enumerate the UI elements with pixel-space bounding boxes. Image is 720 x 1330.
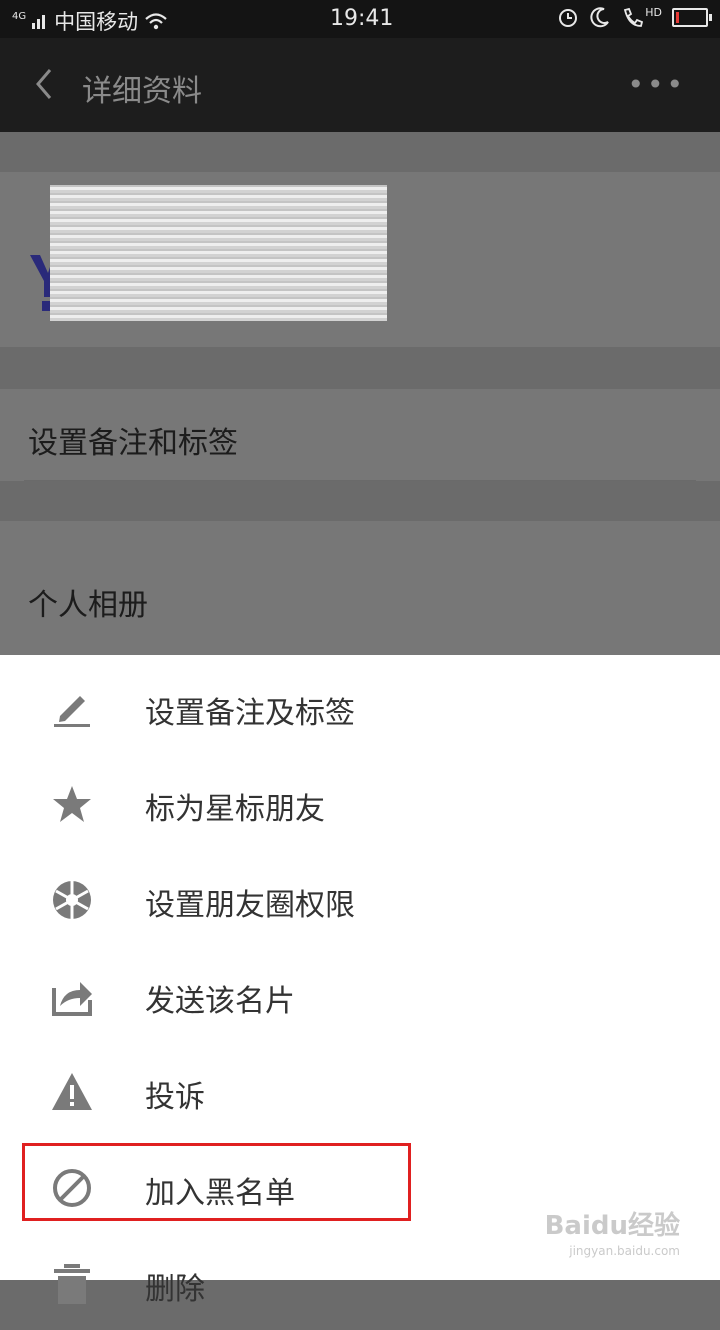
menu-item-report[interactable]: 投诉 bbox=[0, 1042, 720, 1138]
trash-icon bbox=[54, 1264, 90, 1304]
watermark: Baidu经验 bbox=[544, 1211, 680, 1241]
status-left: 4G 中国移动 bbox=[12, 6, 168, 36]
aperture-icon bbox=[53, 881, 91, 919]
menu-item-star[interactable]: 标为星标朋友 bbox=[0, 754, 720, 850]
battery-icon bbox=[672, 7, 712, 27]
menu-item-label: 标为星标朋友 bbox=[145, 792, 325, 827]
remark-row-label: 设置备注和标签 bbox=[28, 426, 238, 461]
menu-item-label: 投诉 bbox=[145, 1080, 205, 1115]
menu-item-send-card[interactable]: 发送该名片 bbox=[0, 946, 720, 1042]
share-icon bbox=[52, 982, 92, 1016]
edit-pencil-icon bbox=[54, 696, 90, 727]
more-dots-icon[interactable]: ••• bbox=[627, 68, 686, 101]
star-icon bbox=[53, 786, 91, 822]
app-bar: 详细资料 ••• bbox=[0, 38, 720, 132]
menu-item-label: 删除 bbox=[145, 1272, 205, 1307]
highlight-box bbox=[22, 1143, 411, 1221]
clock: 19:41 bbox=[330, 6, 394, 31]
divider bbox=[24, 480, 696, 481]
page-title: 详细资料 bbox=[82, 74, 202, 109]
back-chevron-icon[interactable] bbox=[26, 64, 66, 104]
menu-item-remark[interactable]: 设置备注及标签 bbox=[0, 658, 720, 754]
menu-item-moments-permission[interactable]: 设置朋友圈权限 bbox=[0, 850, 720, 946]
signal-icon bbox=[32, 15, 46, 29]
moon-icon bbox=[590, 7, 610, 28]
call-hd-icon bbox=[624, 7, 644, 27]
network-type: 4G bbox=[12, 11, 27, 22]
menu-item-label: 设置备注及标签 bbox=[145, 696, 355, 731]
profile-image-blurred bbox=[50, 185, 387, 321]
hd-label: HD bbox=[645, 5, 662, 19]
alarm-icon bbox=[559, 9, 578, 27]
warning-icon bbox=[52, 1073, 92, 1110]
menu-item-label: 发送该名片 bbox=[145, 984, 295, 1019]
status-right: HD bbox=[557, 5, 712, 28]
battery-level bbox=[676, 11, 680, 23]
menu-item-label: 设置朋友圈权限 bbox=[145, 888, 355, 923]
watermark-url: jingyan.baidu.com bbox=[569, 1244, 680, 1258]
wifi-icon bbox=[145, 13, 167, 30]
status-bar: 4G 中国移动 19:41 HD bbox=[0, 0, 720, 38]
album-row-label: 个人相册 bbox=[28, 588, 148, 623]
carrier-name: 中国移动 bbox=[54, 10, 139, 34]
